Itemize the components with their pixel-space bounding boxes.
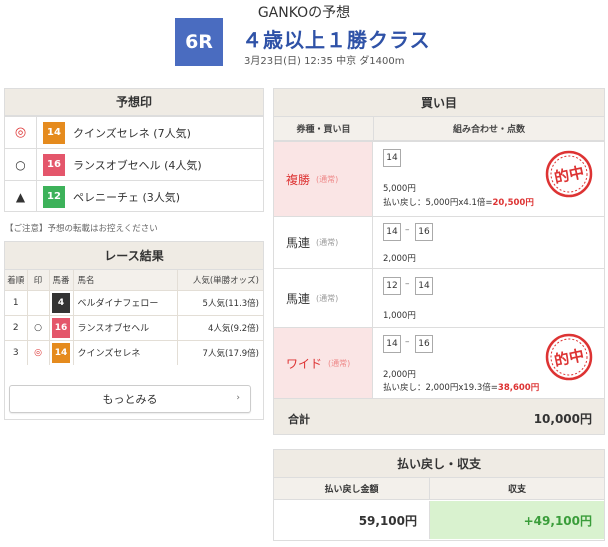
triangle-mark-icon: ▲ [5, 181, 37, 212]
horse-number-box: 14 [383, 223, 401, 241]
circle-mark-icon: ○ [5, 149, 37, 180]
col-popularity: 人気(単勝オッズ) [177, 270, 263, 290]
table-row[interactable]: 3 ◎ 14 クインズセレネ 7人気(17.9倍) [5, 339, 263, 365]
horse-number-box: 12 [383, 277, 401, 295]
total-value: 10,000円 [533, 412, 592, 426]
page-title: GANKOの予想 [257, 5, 351, 21]
table-row[interactable]: 1 4 ベルダイナフェロー 5人気(11.3倍) [5, 289, 263, 315]
race-name: ４歳以上１勝クラス [242, 28, 431, 52]
race-number-badge: 6R [175, 18, 223, 66]
bet-row[interactable]: 馬連 (通常) 12 – 14 1,000円 [274, 268, 604, 327]
yoso-item[interactable]: ○ 16 ランスオブセヘル (4人気) [5, 148, 263, 180]
popularity: 7人気(17.9倍) [177, 339, 263, 365]
payout-panel-title: 払い戻し・収支 [274, 450, 604, 478]
mark [27, 289, 50, 315]
balance-value: +49,100円 [430, 501, 604, 539]
horse-number-box: 14 [383, 335, 401, 353]
table-row[interactable]: 2 ○ 16 ランスオブセヘル 4人気(9.2倍) [5, 314, 263, 340]
circle-mark-icon: ○ [27, 314, 50, 340]
col-rank: 着順 [5, 270, 28, 290]
horse-number-box: 14 [383, 149, 401, 167]
chevron-right-icon: › [236, 393, 240, 403]
horse-number-badge: 16 [43, 153, 65, 176]
bet-type: 馬連 [286, 291, 311, 306]
yoso-item[interactable]: ◎ 14 クインズセレネ (7人気) [5, 116, 263, 148]
bet-type: ワイド [286, 356, 323, 371]
horse-number-box: 16 [415, 335, 433, 353]
yoso-panel: 予想印 ◎ 14 クインズセレネ (7人気) ○ 16 ランスオブセヘル (4人… [4, 88, 264, 212]
race-info: 3月23日(日) 12:35 中京 ダ1400m [244, 56, 405, 67]
payout-detail: 払い戻し：2,000円x19.3倍=38,600円 [383, 383, 540, 393]
horse-name: ベルダイナフェロー [73, 289, 178, 315]
yoso-item[interactable]: ▲ 12 ペレニーチェ (3人気) [5, 180, 263, 212]
total-label: 合計 [288, 413, 310, 426]
horse-number-badge: 14 [43, 121, 65, 144]
bet-row[interactable]: 複勝 (通常) 14 5,000円 払い戻し：5,000円x4.1倍=20,50… [274, 141, 604, 216]
col-bet-type: 券種・買い目 [274, 117, 374, 141]
bet-amount: 2,000円 [383, 254, 416, 264]
total-row: 合計 10,000円 [274, 398, 604, 434]
bet-row[interactable]: 馬連 (通常) 14 – 16 2,000円 [274, 216, 604, 268]
hit-stamp-icon: 的中 [545, 333, 593, 381]
rank: 3 [5, 339, 28, 365]
popularity: (3人気) [142, 190, 181, 204]
horse-name: クインズセレネ [73, 339, 178, 365]
payout-detail: 払い戻し：5,000円x4.1倍=20,500円 [383, 198, 534, 208]
kaime-panel: 買い目 券種・買い目 組み合わせ・点数 複勝 (通常) 14 5,000円 払い… [273, 88, 605, 435]
bet-type: 馬連 [286, 236, 311, 250]
double-circle-mark-icon: ◎ [5, 117, 37, 148]
bet-subtype: (通常) [316, 293, 339, 303]
yoso-panel-title: 予想印 [5, 89, 263, 116]
horse-number-box: 16 [415, 223, 433, 241]
horse-number-box: 14 [415, 277, 433, 295]
horse-number-badge: 14 [52, 342, 70, 363]
more-button[interactable]: もっとみる › [9, 385, 251, 413]
bet-type: 複勝 [286, 172, 311, 187]
horse-name: ランスオブセヘル [73, 314, 178, 340]
race-result-table: 着順 印 馬番 馬名 人気(単勝オッズ) 1 4 ベルダイナフェロー 5人気(1… [5, 270, 263, 365]
more-button-label: もっとみる [102, 393, 158, 406]
col-combination: 組み合わせ・点数 [374, 117, 604, 141]
col-number: 馬番 [49, 270, 74, 290]
popularity: (7人気) [153, 126, 191, 140]
col-balance: 収支 [430, 478, 604, 500]
bet-row[interactable]: ワイド (通常) 14 – 16 2,000円 払い戻し：2,000円x19.3… [274, 327, 604, 398]
rank: 1 [5, 289, 28, 315]
hit-stamp-icon: 的中 [545, 150, 593, 198]
bet-subtype: (通常) [328, 358, 351, 368]
rank: 2 [5, 314, 28, 340]
popularity: 5人気(11.3倍) [177, 289, 263, 315]
bet-amount: 2,000円 [383, 370, 416, 380]
popularity: (4人気) [164, 158, 202, 172]
payout-amount: 59,100円 [274, 501, 430, 539]
reprint-notice: 【ご注意】予想の転載はお控えください [5, 224, 158, 234]
col-mark: 印 [27, 270, 50, 290]
bet-subtype: (通常) [316, 238, 339, 247]
payout-panel: 払い戻し・収支 払い戻し金額 収支 59,100円 +49,100円 [273, 449, 605, 541]
race-result-title: レース結果 [5, 242, 263, 270]
bet-amount: 5,000円 [383, 184, 416, 194]
horse-name: ランスオブセヘル [73, 158, 161, 172]
kaime-panel-title: 買い目 [274, 89, 604, 117]
horse-number-badge: 4 [52, 292, 70, 313]
horse-name: ペレニーチェ [73, 190, 139, 204]
bet-amount: 1,000円 [383, 311, 416, 321]
double-circle-mark-icon: ◎ [27, 339, 50, 365]
horse-number-badge: 16 [52, 317, 70, 338]
popularity: 4人気(9.2倍) [177, 314, 263, 340]
col-horse: 馬名 [73, 270, 178, 290]
horse-name: クインズセレネ [73, 126, 150, 140]
horse-number-badge: 12 [43, 185, 65, 208]
bet-subtype: (通常) [316, 174, 339, 184]
col-payout-amount: 払い戻し金額 [274, 478, 430, 500]
